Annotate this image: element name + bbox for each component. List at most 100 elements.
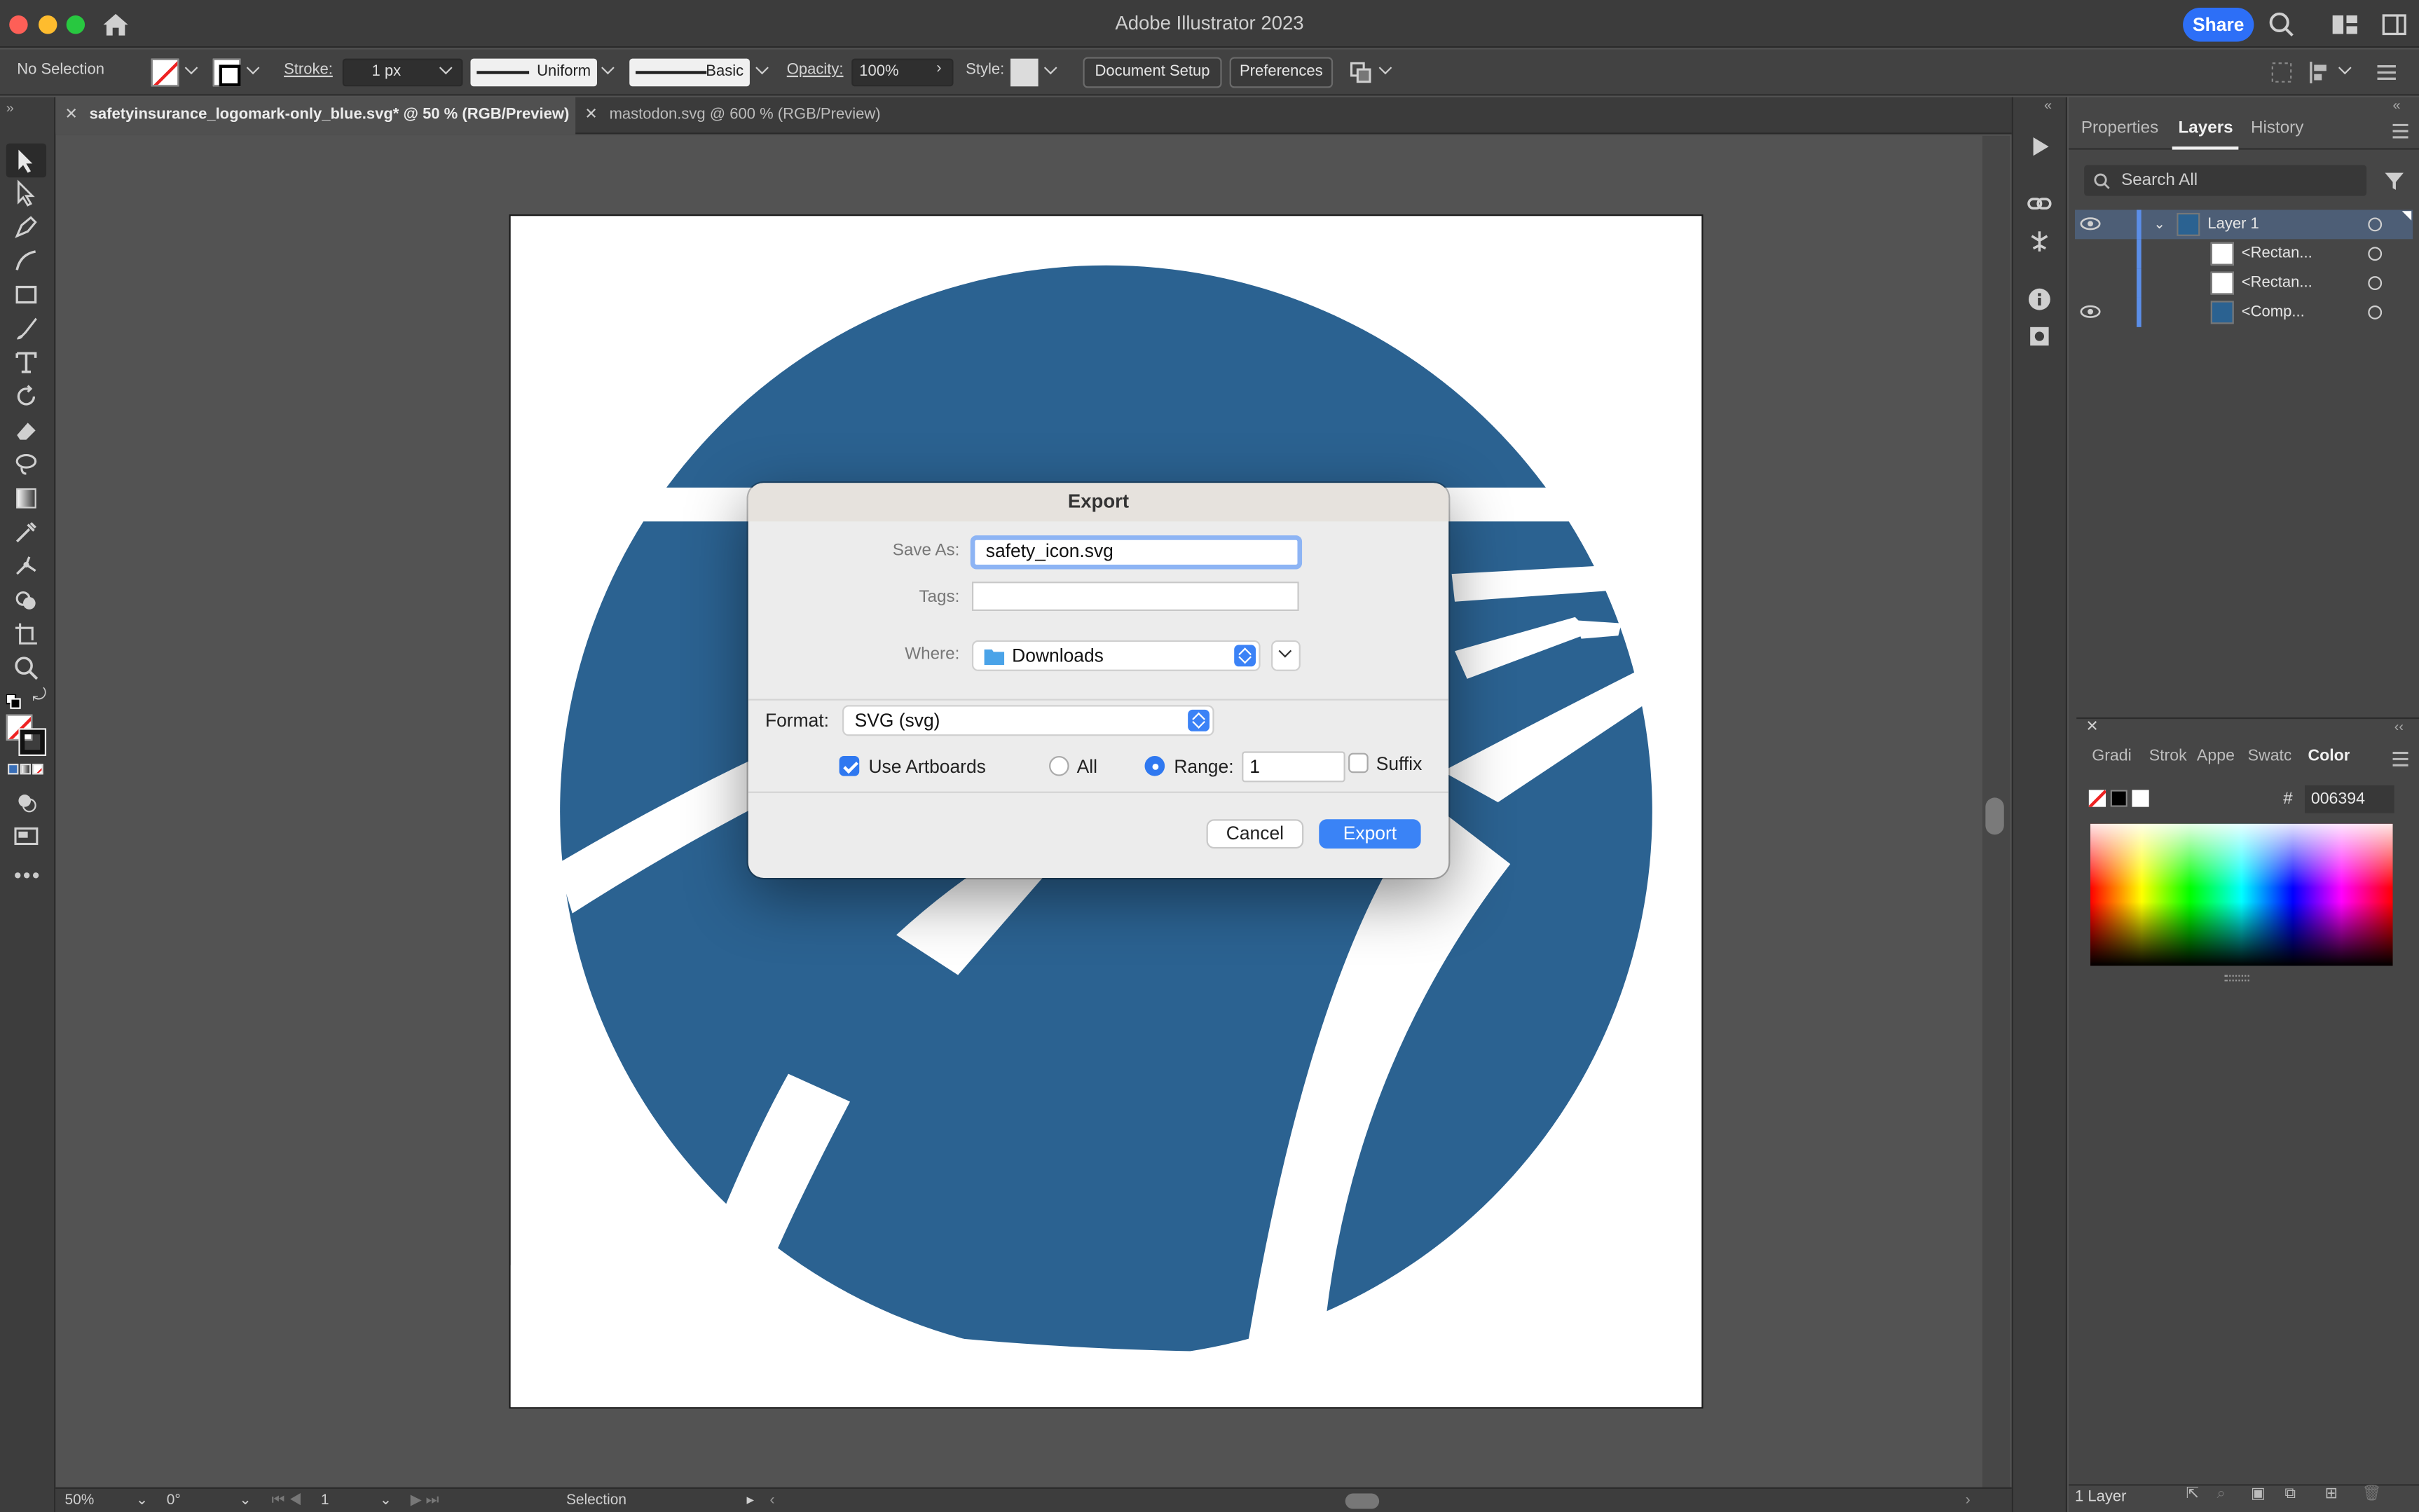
collapse-icon[interactable]: « <box>2044 97 2052 113</box>
tab-swatches[interactable]: Swatc <box>2248 747 2291 765</box>
stroke-label[interactable]: Stroke: <box>284 62 333 78</box>
document-setup-button[interactable]: Document Setup <box>1083 57 1222 88</box>
color-spectrum[interactable] <box>2090 823 2393 966</box>
range-radio[interactable] <box>1144 755 1165 776</box>
search-icon[interactable] <box>2268 11 2296 39</box>
puppet-warp-tool[interactable] <box>13 552 41 580</box>
panel-toggle-icon[interactable] <box>2380 11 2408 39</box>
gradient-tool[interactable] <box>13 484 41 512</box>
lasso-tool[interactable] <box>13 451 41 479</box>
paintbrush-tool[interactable] <box>13 315 41 343</box>
new-sublayer-icon[interactable]: ⧉ <box>2284 1486 2296 1503</box>
target-circle-icon[interactable] <box>2368 247 2383 261</box>
chevron-down-icon[interactable]: ⌄ <box>2153 209 2165 239</box>
last-artboard-icon[interactable]: ▶ ⏭ <box>411 1492 439 1508</box>
more-tools-icon[interactable]: ••• <box>14 862 41 887</box>
pen-tool[interactable] <box>13 213 41 241</box>
horizontal-scroll-thumb[interactable] <box>1345 1493 1380 1509</box>
layer-name[interactable]: <Rectan... <box>2242 268 2312 298</box>
opacity-label[interactable]: Opacity: <box>787 62 844 78</box>
delete-layer-icon[interactable]: 🗑 <box>2362 1486 2381 1503</box>
tab-color[interactable]: Color <box>2308 747 2350 765</box>
scroll-right-icon[interactable]: › <box>1966 1492 1971 1508</box>
chevron-down-icon[interactable] <box>2338 63 2351 76</box>
chevron-down-icon[interactable]: ⌄ <box>239 1492 252 1508</box>
preferences-button[interactable]: Preferences <box>1229 57 1334 88</box>
shape-builder-tool[interactable] <box>13 586 41 614</box>
puppet-icon[interactable] <box>2026 227 2054 255</box>
chevron-down-icon[interactable]: ⌄ <box>380 1492 392 1508</box>
eraser-tool[interactable] <box>13 417 41 445</box>
draw-mode-tool[interactable] <box>13 788 41 816</box>
resize-handle[interactable] <box>2224 975 2249 982</box>
info-icon[interactable] <box>2026 285 2054 313</box>
scroll-left-icon[interactable]: ‹ <box>770 1492 775 1508</box>
chevron-down-icon[interactable] <box>247 63 259 76</box>
share-button[interactable]: Share <box>2183 8 2254 42</box>
zoom-level[interactable]: 50% <box>64 1492 94 1508</box>
panel-menu-icon[interactable] <box>2391 122 2409 140</box>
scrollbar-thumb[interactable] <box>1985 797 2004 835</box>
workspace-layout-icon[interactable] <box>2331 11 2359 39</box>
color-mode-icons[interactable] <box>8 763 45 776</box>
artboard-number[interactable]: 1 <box>321 1492 329 1508</box>
align-icon[interactable] <box>2308 60 2332 85</box>
stroke-swatch[interactable] <box>212 58 241 87</box>
chevron-down-icon[interactable] <box>602 63 615 76</box>
tab-stroke[interactable]: Strok <box>2149 747 2193 765</box>
use-artboards-checkbox[interactable] <box>839 755 860 776</box>
tab-gradient[interactable]: Gradi <box>2092 747 2135 765</box>
chevron-down-icon[interactable] <box>756 63 769 76</box>
artboard-tool[interactable] <box>13 620 41 648</box>
black-color-icon[interactable] <box>2110 790 2127 807</box>
tab-layers[interactable]: Layers <box>2172 119 2240 150</box>
export-button[interactable]: Export <box>1319 819 1421 849</box>
brush-definition[interactable]: Basic <box>629 58 750 87</box>
suffix-checkbox[interactable] <box>1348 752 1369 774</box>
expand-dialog-button[interactable] <box>1271 640 1301 671</box>
range-input[interactable]: 1 <box>1242 751 1345 783</box>
save-as-input[interactable]: safety_icon.svg <box>970 535 1303 570</box>
target-circle-icon[interactable] <box>2368 305 2383 319</box>
none-color-icon[interactable] <box>2088 790 2106 807</box>
format-select[interactable]: SVG (svg) <box>842 705 1214 736</box>
layer-name[interactable]: <Rectan... <box>2242 239 2312 268</box>
layers-search-input[interactable]: Search All <box>2084 165 2367 196</box>
link-icon[interactable] <box>2026 190 2054 218</box>
swap-colors-icon[interactable]: ⤾ <box>32 687 46 707</box>
tab-history[interactable]: History <box>2251 119 2303 137</box>
close-panel-icon[interactable]: ✕ <box>2085 719 2098 736</box>
chevron-down-icon[interactable] <box>1044 63 1057 76</box>
cancel-button[interactable]: Cancel <box>1206 819 1304 849</box>
chevron-right-icon[interactable]: › <box>936 60 941 77</box>
new-layer-icon[interactable]: ⊞ <box>2325 1486 2338 1503</box>
chevron-down-icon[interactable]: ⌄ <box>136 1492 149 1508</box>
fill-swatch[interactable] <box>151 58 179 87</box>
first-artboard-icon[interactable]: ⏮ ◀ <box>271 1492 301 1508</box>
chevron-down-icon[interactable] <box>1379 63 1392 76</box>
tab-appearance[interactable]: Appe <box>2197 747 2240 765</box>
locate-object-icon[interactable]: ⌕ <box>2217 1486 2226 1503</box>
chevron-down-icon[interactable] <box>439 63 452 76</box>
hex-input[interactable]: 006394 <box>2305 785 2394 813</box>
tags-input[interactable] <box>971 582 1299 611</box>
assets-icon[interactable] <box>2026 322 2054 350</box>
collapse-icon[interactable]: « <box>2393 97 2401 113</box>
export-layer-icon[interactable]: ⇱ <box>2186 1486 2199 1503</box>
visibility-eye-icon[interactable] <box>2080 303 2102 321</box>
close-tab-icon[interactable]: ✕ <box>584 97 597 135</box>
default-colors-icon[interactable] <box>5 689 22 709</box>
transform-icon[interactable] <box>2271 62 2293 83</box>
rotate-tool[interactable] <box>13 383 41 411</box>
white-color-icon[interactable] <box>2132 790 2149 807</box>
layer-name[interactable]: <Comp... <box>2242 298 2305 327</box>
screen-mode-tool[interactable] <box>13 823 41 851</box>
tab-mastodon[interactable]: ✕ mastodon.svg @ 600 % (RGB/Preview) <box>575 97 914 135</box>
eyedropper-tool[interactable] <box>13 518 41 547</box>
arrange-icon[interactable] <box>1348 60 1373 85</box>
zoom-tool[interactable] <box>13 654 41 682</box>
play-action-icon[interactable] <box>2026 132 2054 160</box>
layer-row-rectangle[interactable]: <Rectan... <box>2075 268 2413 298</box>
tab-properties[interactable]: Properties <box>2081 119 2158 137</box>
layer-row-layer-1[interactable]: ⌄ Layer 1 ◥ <box>2075 208 2413 240</box>
